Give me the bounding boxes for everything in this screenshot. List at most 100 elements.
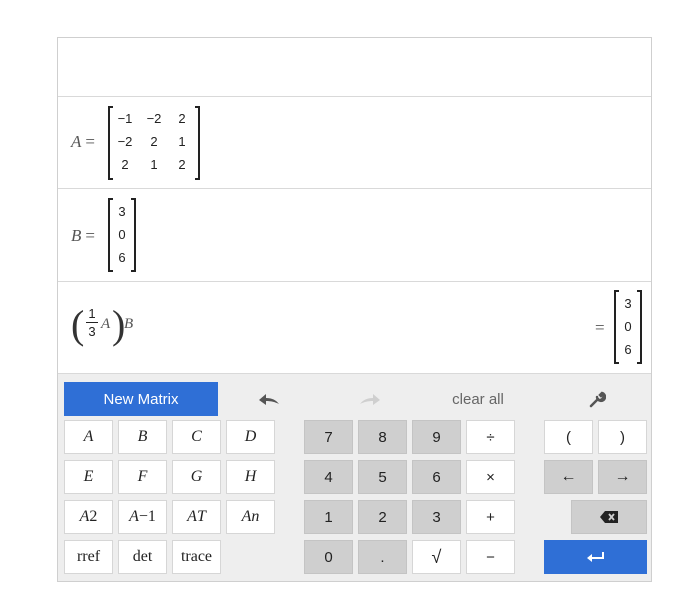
fraction-denominator: 3 — [88, 324, 96, 339]
key-cursor-left[interactable]: ← — [544, 460, 593, 494]
inner-variable: A — [101, 316, 111, 332]
key-A-inverse[interactable]: A −1 — [118, 500, 167, 534]
key-9[interactable]: 9 — [412, 420, 461, 454]
key-superscript: 2 — [89, 508, 98, 525]
matrix-cell: 0 — [118, 227, 126, 242]
key-det[interactable]: det — [118, 540, 167, 574]
key-G[interactable]: G — [172, 460, 221, 494]
key-enter[interactable] — [544, 540, 647, 574]
matrix-name: A — [71, 132, 82, 151]
key-A-power-n[interactable]: An — [226, 500, 275, 534]
key-label: A — [79, 508, 90, 525]
key-cursor-right[interactable]: → — [598, 460, 647, 494]
key-superscript: n — [251, 508, 260, 525]
key-B[interactable]: B — [118, 420, 167, 454]
key-2[interactable]: 2 — [358, 500, 407, 534]
key-F[interactable]: F — [118, 460, 167, 494]
result-matrix: 3 0 6 — [614, 290, 642, 364]
expression-row-empty[interactable] — [58, 38, 651, 97]
fraction-numerator: 1 — [88, 306, 96, 321]
key-0[interactable]: 0 — [304, 540, 353, 574]
key-5[interactable]: 5 — [358, 460, 407, 494]
matrix-cell: 6 — [118, 250, 126, 265]
key-label: G — [190, 468, 203, 485]
matrix-cell: 3 — [624, 296, 632, 311]
settings-button[interactable] — [582, 384, 612, 414]
key-3[interactable]: 3 — [412, 500, 461, 534]
matrix-cell: 1 — [150, 157, 158, 172]
key-sqrt[interactable]: √ — [412, 540, 461, 574]
redo-icon — [360, 394, 380, 405]
key-C[interactable]: C — [172, 420, 221, 454]
key-E[interactable]: E — [64, 460, 113, 494]
key-superscript: −1 — [138, 508, 156, 525]
key-divide[interactable]: ÷ — [466, 420, 515, 454]
key-label: H — [244, 468, 257, 485]
matrix-cell: 2 — [178, 157, 186, 172]
key-1[interactable]: 1 — [304, 500, 353, 534]
key-rref[interactable]: rref — [64, 540, 113, 574]
redo-button[interactable] — [355, 384, 385, 414]
matrix-name: B — [71, 226, 82, 245]
expression-row-B[interactable]: B = 3 0 6 — [58, 189, 651, 282]
key-label: D — [244, 428, 257, 445]
key-decimal[interactable]: . — [358, 540, 407, 574]
key-H[interactable]: H — [226, 460, 275, 494]
key-D[interactable]: D — [226, 420, 275, 454]
matrix-cell: 1 — [178, 134, 186, 149]
equals-sign: = — [595, 318, 605, 337]
matrix-cell: 2 — [150, 134, 158, 149]
backspace-icon — [600, 511, 618, 523]
keypad: New Matrix clear all A B C D E F G H A2 … — [58, 374, 651, 581]
key-8[interactable]: 8 — [358, 420, 407, 454]
wrench-icon — [589, 391, 606, 408]
key-label: C — [191, 428, 202, 445]
equals-sign: = — [85, 132, 95, 151]
key-label: A — [129, 508, 139, 525]
new-matrix-button[interactable]: New Matrix — [64, 382, 218, 416]
key-7[interactable]: 7 — [304, 420, 353, 454]
key-label: B — [137, 428, 148, 445]
key-right-paren[interactable]: ) — [598, 420, 647, 454]
fraction: 1 3 — [86, 306, 98, 339]
expression-row-result[interactable]: ( 1 3 A ) B = 3 0 6 — [58, 282, 651, 374]
clear-all-button[interactable]: clear all — [438, 384, 518, 414]
expression-row-A[interactable]: A = −1 −2 2 −2 2 1 2 1 2 — [58, 97, 651, 189]
undo-icon — [259, 394, 279, 405]
key-label: A — [241, 508, 252, 525]
matrix-cell: 6 — [624, 342, 632, 357]
key-A[interactable]: A — [64, 420, 113, 454]
key-label: rref — [76, 548, 101, 565]
key-label: A — [187, 508, 197, 525]
key-A-transpose[interactable]: AT — [172, 500, 221, 534]
key-multiply[interactable]: × — [466, 460, 515, 494]
matrix-calculator: A = −1 −2 2 −2 2 1 2 1 2 B = 3 0 6 (1 3… — [57, 37, 652, 582]
matrix-cell: 2 — [121, 157, 129, 172]
key-4[interactable]: 4 — [304, 460, 353, 494]
matrix-B: 3 0 6 — [108, 198, 136, 272]
key-label: trace — [180, 548, 213, 565]
matrix-cell: 3 — [118, 204, 126, 219]
matrix-A: −1 −2 2 −2 2 1 2 1 2 — [108, 106, 200, 180]
key-A-squared[interactable]: A2 — [64, 500, 113, 534]
matrix-cell: −2 — [117, 134, 133, 149]
key-label: det — [132, 548, 153, 565]
matrix-cell: −1 — [117, 111, 133, 126]
matrix-cell: −2 — [146, 111, 162, 126]
key-plus[interactable]: + — [466, 500, 515, 534]
undo-button[interactable] — [254, 384, 284, 414]
enter-icon — [586, 552, 604, 562]
key-6[interactable]: 6 — [412, 460, 461, 494]
key-label: E — [83, 468, 94, 485]
key-backspace[interactable] — [571, 500, 647, 534]
key-superscript: T — [196, 508, 206, 525]
key-left-paren[interactable]: ( — [544, 420, 593, 454]
equals-sign: = — [85, 226, 95, 245]
key-minus[interactable]: − — [466, 540, 515, 574]
matrix-cell: 2 — [178, 111, 186, 126]
key-trace[interactable]: trace — [172, 540, 221, 574]
left-paren: ( — [71, 302, 85, 347]
key-label: A — [83, 428, 94, 445]
outer-variable: B — [124, 316, 134, 332]
key-label: F — [137, 468, 148, 485]
